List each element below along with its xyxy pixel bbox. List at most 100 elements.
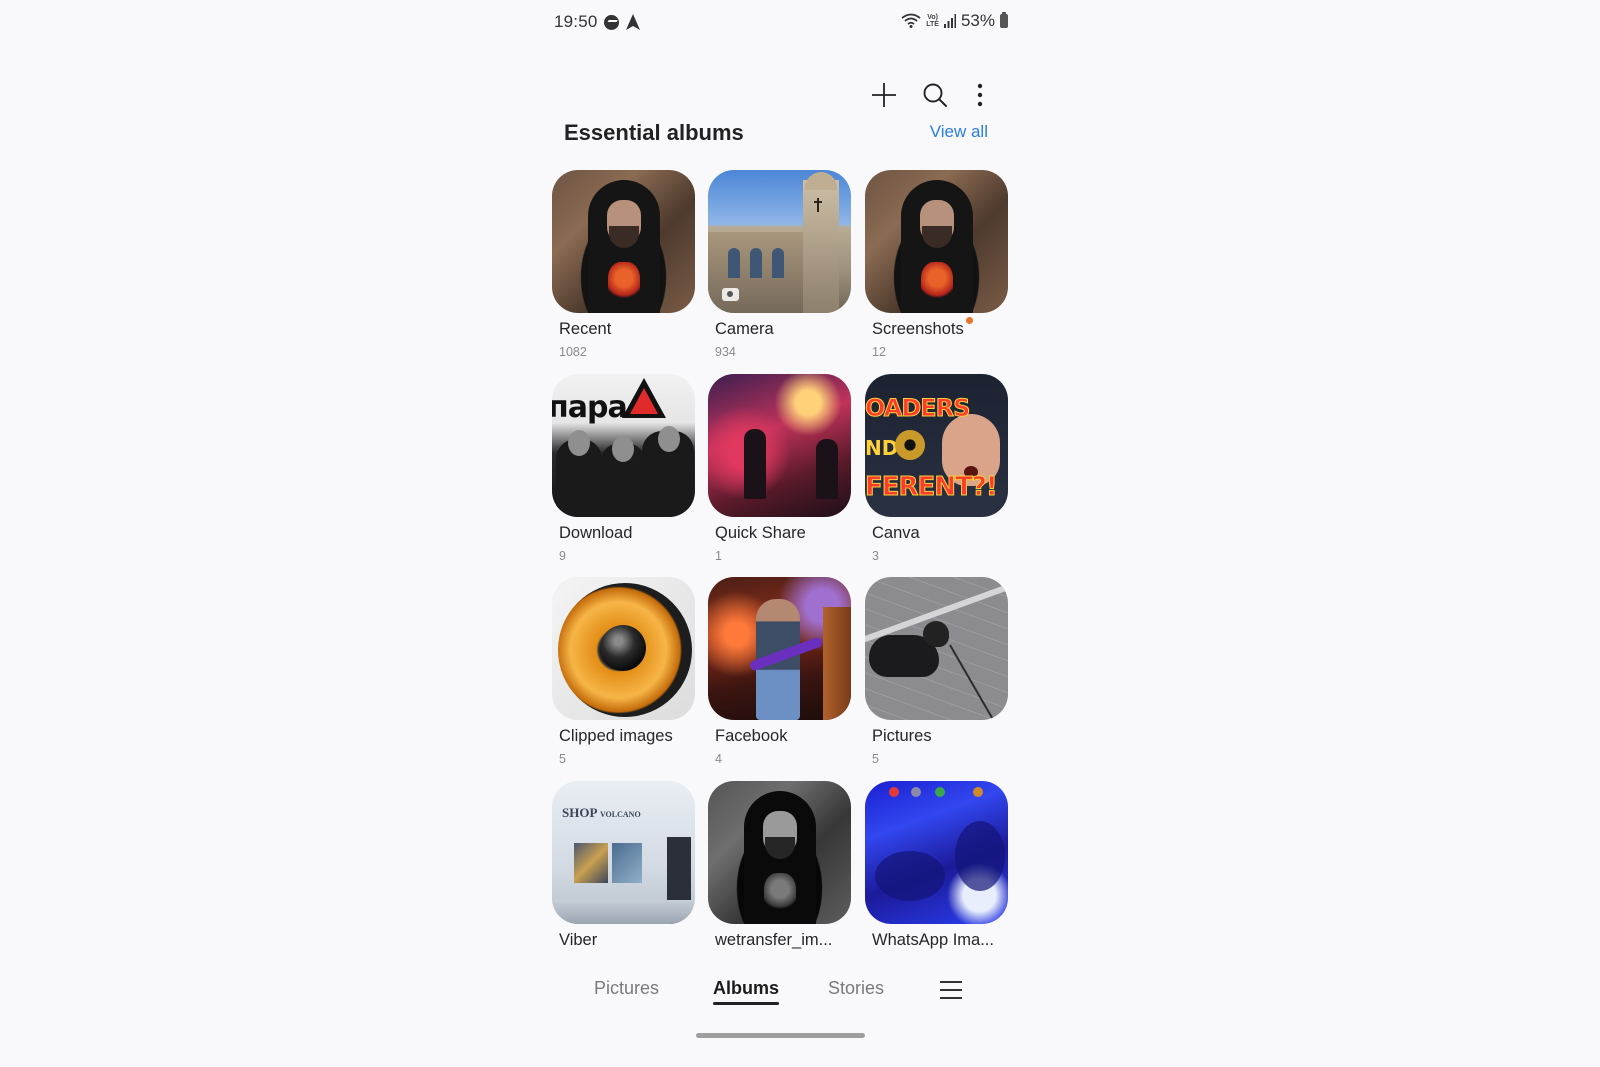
new-content-dot (965, 317, 973, 324)
thumb-shape (955, 821, 1005, 891)
thumb-shape (612, 436, 634, 462)
thumb-shape (658, 426, 680, 452)
volte-line1: Vo) (927, 14, 938, 21)
thumb-text: ND (865, 436, 899, 460)
thumb-text: OADERS (865, 394, 971, 423)
thumb-shape (875, 851, 945, 901)
album-name: Quick Share (715, 524, 806, 542)
album-canva[interactable]: OADERS ND FERENT?! Canva 3 (865, 374, 1015, 563)
thumb-shape (816, 439, 838, 499)
album-name: Pictures (872, 727, 932, 745)
album-thumbnail[interactable] (865, 170, 1008, 313)
more-options-button[interactable] (963, 78, 997, 112)
wifi-icon (901, 13, 921, 28)
thumb-text: FERENT?! (865, 472, 998, 503)
volte-icon: Vo) LTE (926, 14, 939, 28)
thumb-shape (608, 262, 640, 302)
menu-line (940, 989, 962, 991)
menu-line (940, 981, 962, 983)
thumb-shape (728, 248, 740, 278)
album-thumbnail[interactable]: OADERS ND FERENT?! (865, 374, 1008, 517)
album-name: Canva (872, 524, 920, 542)
search-icon (923, 83, 947, 107)
album-pictures[interactable]: Pictures 5 (865, 577, 1015, 766)
thumb-text: пара (552, 390, 628, 425)
thumb-shape (895, 430, 925, 460)
search-button[interactable] (918, 78, 952, 112)
thumb-shape (923, 621, 949, 647)
thumb-shape (949, 644, 996, 720)
more-vertical-icon (977, 83, 983, 107)
album-camera[interactable]: Camera 934 (708, 170, 858, 359)
thumb-shape (921, 262, 953, 302)
album-thumbnail[interactable] (708, 170, 851, 313)
signal-icon (943, 14, 956, 28)
album-name: Screenshots (872, 320, 964, 338)
album-wetransfer[interactable]: wetransfer_im... (708, 781, 858, 949)
album-name: Camera (715, 320, 774, 338)
album-thumbnail[interactable] (552, 170, 695, 313)
thumb-shape (600, 625, 646, 671)
tab-albums[interactable]: Albums (713, 978, 780, 1005)
battery-percentage: 53% (960, 11, 995, 30)
thumb-shape (744, 429, 766, 499)
album-count: 12 (872, 345, 886, 359)
home-gesture-bar[interactable] (696, 1033, 865, 1038)
thumb-shape (764, 873, 796, 913)
thumb-shape (911, 787, 921, 797)
album-name-wrap: Screenshots (872, 317, 973, 339)
thumb-text: SHOP (562, 805, 597, 820)
album-thumbnail[interactable] (708, 374, 851, 517)
album-count: 1082 (559, 345, 587, 359)
album-count: 5 (559, 752, 566, 766)
thumb-shape (973, 787, 983, 797)
volte-line2: LTE (926, 21, 939, 28)
thumb-shape (574, 843, 608, 883)
hamburger-menu-icon[interactable] (940, 980, 962, 1000)
album-download[interactable]: пара Download 9 (552, 374, 702, 563)
section-header: Essential albums View all (544, 118, 1016, 142)
album-facebook[interactable]: Facebook 4 (708, 577, 858, 766)
view-all-link[interactable]: View all (930, 122, 988, 142)
album-name: WhatsApp Ima... (872, 931, 994, 949)
album-name: Clipped images (559, 727, 673, 745)
thumb-shape (935, 787, 945, 797)
add-button[interactable] (867, 78, 901, 112)
album-name: Viber (559, 931, 598, 949)
album-count: 934 (715, 345, 736, 359)
album-recent[interactable]: Recent 1082 (552, 170, 702, 359)
album-name: Recent (559, 320, 612, 338)
album-clipped-images[interactable]: Clipped images 5 (552, 577, 702, 766)
status-right-group: Vo) LTE 53% (901, 11, 1008, 31)
album-whatsapp-images[interactable]: WhatsApp Ima... (865, 781, 1015, 949)
tab-stories[interactable]: Stories (828, 978, 884, 999)
tab-pictures[interactable]: Pictures (594, 978, 659, 999)
album-name: Facebook (715, 727, 788, 745)
album-thumbnail[interactable] (552, 577, 695, 720)
camera-icon (722, 288, 739, 301)
album-thumbnail[interactable] (865, 577, 1008, 720)
album-count: 3 (872, 549, 879, 563)
album-quick-share[interactable]: Quick Share 1 (708, 374, 858, 563)
battery-icon (1000, 12, 1008, 28)
status-time: 19:50 (554, 12, 598, 31)
album-screenshots[interactable]: Screenshots 12 (865, 170, 1015, 359)
album-thumbnail[interactable] (865, 781, 1008, 924)
section-title: Essential albums (564, 120, 744, 142)
album-thumbnail[interactable] (708, 781, 851, 924)
thumb-shape (612, 843, 642, 883)
thumb-shape (823, 607, 851, 720)
album-thumbnail[interactable]: SHOP VOLCANO (552, 781, 695, 924)
album-count: 9 (559, 549, 566, 563)
album-thumbnail[interactable]: пара (552, 374, 695, 517)
album-thumbnail[interactable] (708, 577, 851, 720)
thumb-shape (568, 430, 590, 456)
thumb-text: VOLCANO (599, 810, 641, 819)
album-viber[interactable]: SHOP VOLCANO Viber (552, 781, 702, 949)
album-name: wetransfer_im... (715, 931, 833, 949)
album-count: 5 (872, 752, 879, 766)
thumb-sign: SHOP VOLCANO (562, 805, 682, 827)
album-name: Download (559, 524, 633, 542)
thumb-shape (772, 248, 784, 278)
thumb-shape (552, 900, 695, 924)
